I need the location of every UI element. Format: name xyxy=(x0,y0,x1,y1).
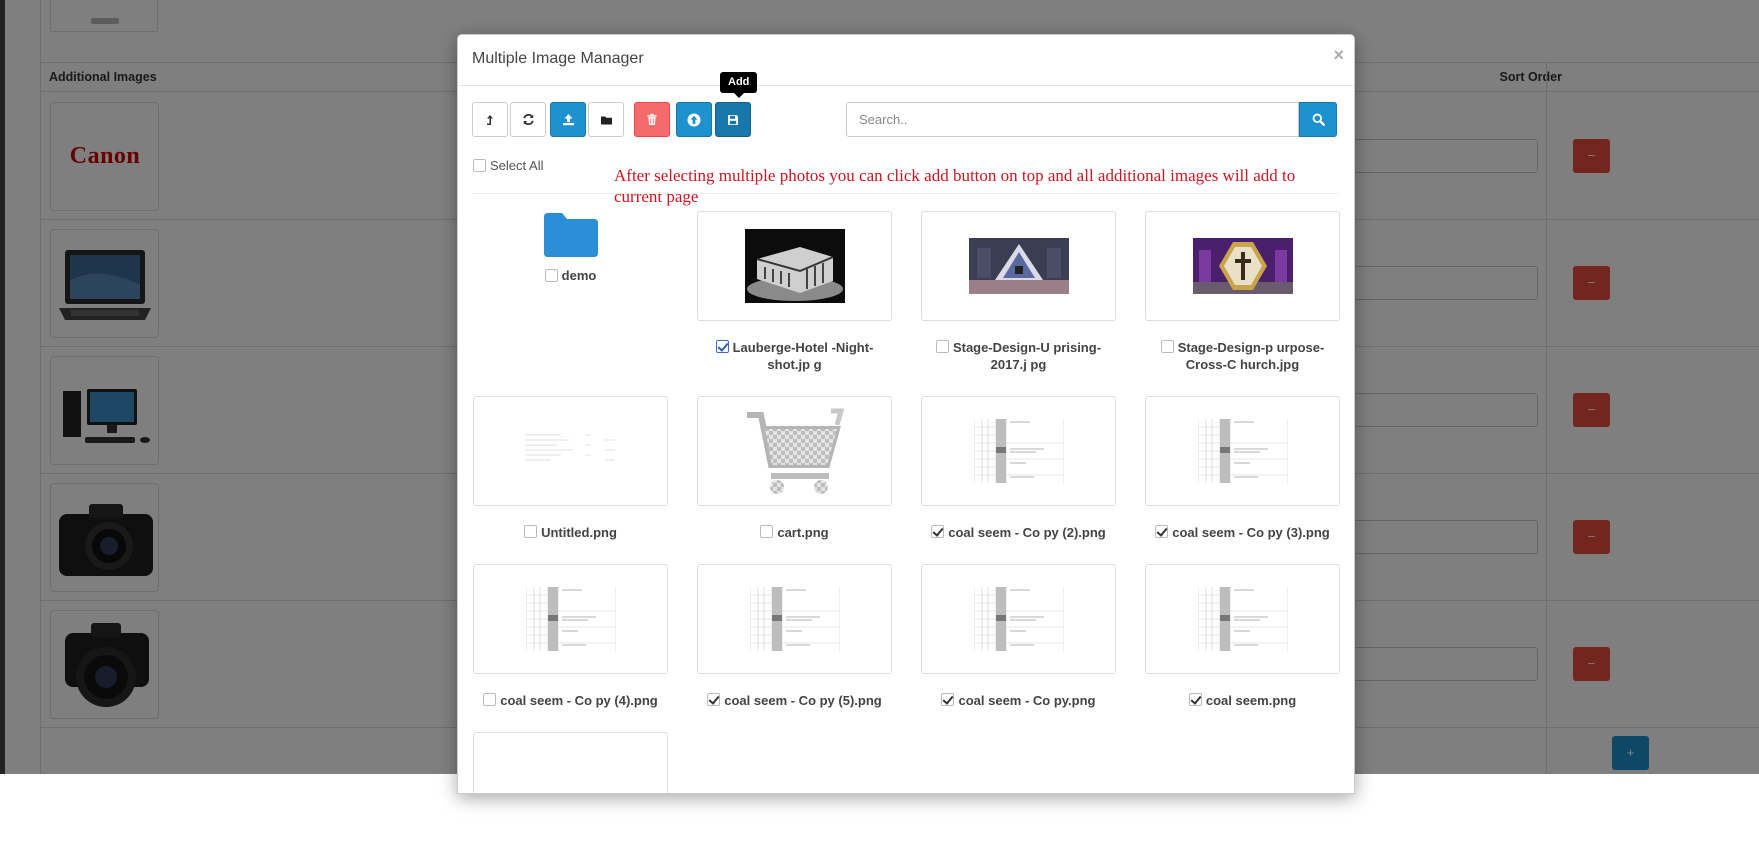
checkbox[interactable] xyxy=(715,340,729,353)
add-tooltip: Add xyxy=(720,72,758,98)
image-thumbnail[interactable] xyxy=(473,564,668,674)
image-tile[interactable]: Lauberge-Hotel -Night-shot.jp g xyxy=(697,211,892,373)
new-folder-button[interactable] xyxy=(588,102,624,137)
checkbox[interactable] xyxy=(483,693,497,706)
log-sheet-thumb xyxy=(973,419,1064,483)
image-filename: Untitled.png xyxy=(541,525,617,540)
image-thumbnail[interactable] xyxy=(921,564,1116,674)
shopping-cart xyxy=(746,408,844,494)
log-sheet-thumb xyxy=(1197,587,1288,651)
checkbox[interactable] xyxy=(941,693,955,706)
move-up-button[interactable] xyxy=(676,102,712,137)
upload-button[interactable] xyxy=(550,102,586,137)
image-manager-modal: Multiple Image Manager × Add Search.. Se… xyxy=(457,34,1355,794)
folder-icon xyxy=(600,116,612,124)
image-filename: cart.png xyxy=(777,525,829,540)
image-filename: Lauberge-Hotel -Night-shot.jp g xyxy=(732,340,874,372)
folder-icon xyxy=(543,213,598,257)
image-filename: coal seem - Co py (5).png xyxy=(724,693,882,708)
image-thumbnail[interactable] xyxy=(1145,564,1340,674)
blank-document xyxy=(524,434,615,461)
modal-header: Multiple Image Manager × xyxy=(458,35,1354,86)
search-input[interactable] xyxy=(846,102,1299,137)
log-sheet-thumb xyxy=(525,587,616,651)
search-button[interactable] xyxy=(1299,102,1337,137)
image-tile[interactable]: Stage-Design-p urpose-Cross-C hurch.jpg xyxy=(1145,211,1340,373)
stage-triangle-photo xyxy=(968,238,1069,294)
add-button[interactable] xyxy=(715,102,751,137)
image-tile[interactable]: coal seem - Co py.png xyxy=(921,564,1116,709)
close-icon[interactable]: × xyxy=(1333,45,1344,66)
checkbox[interactable] xyxy=(1155,525,1169,538)
image-tile[interactable]: coal seem - Co py (2).png xyxy=(921,396,1116,541)
image-thumbnail[interactable] xyxy=(1145,396,1340,506)
folder-tile-demo[interactable]: demo xyxy=(473,211,668,283)
log-sheet-thumb xyxy=(749,587,840,651)
checkbox[interactable] xyxy=(935,340,949,353)
image-tile[interactable]: coal seem - Co py (5).png xyxy=(697,564,892,709)
image-tile[interactable]: Stage-Design-U prising-2017.j pg xyxy=(921,211,1116,373)
night-building-photo xyxy=(744,229,845,303)
modal-title: Multiple Image Manager xyxy=(472,50,644,67)
image-tile[interactable]: coal seem - Co py (4).png xyxy=(473,564,668,709)
instruction-annotation: After selecting multiple photos you can … xyxy=(614,166,1296,206)
checkbox[interactable] xyxy=(931,525,945,538)
checkbox[interactable] xyxy=(1160,340,1174,353)
checkbox[interactable] xyxy=(524,525,538,538)
refresh-icon xyxy=(522,113,534,126)
image-thumbnail[interactable] xyxy=(921,396,1116,506)
image-thumbnail[interactable] xyxy=(1145,211,1340,321)
image-filename: coal seem - Co py (4).png xyxy=(500,693,658,708)
select-all-label: Select All xyxy=(490,158,544,173)
image-tile[interactable]: cart.png xyxy=(697,396,892,541)
divider xyxy=(473,193,1339,194)
image-filename: Stage-Design-U prising-2017.j pg xyxy=(952,340,1102,372)
checkbox[interactable] xyxy=(760,525,774,538)
image-thumbnail[interactable] xyxy=(697,564,892,674)
checkbox[interactable] xyxy=(707,693,721,706)
folder-label: demo xyxy=(561,268,597,283)
checkbox[interactable] xyxy=(544,269,558,282)
arrow-up-icon xyxy=(687,113,701,126)
level-up-icon xyxy=(487,114,493,125)
log-sheet-thumb xyxy=(1197,419,1288,483)
refresh-button[interactable] xyxy=(510,102,546,137)
upload-icon xyxy=(562,114,574,126)
parent-folder-button[interactable] xyxy=(472,102,508,137)
image-filename: coal seem.png xyxy=(1205,693,1297,708)
image-tile[interactable]: coal seem.png xyxy=(1145,564,1340,709)
checkbox[interactable] xyxy=(473,159,486,172)
image-filename: coal seem - Co py (2).png xyxy=(948,525,1106,540)
image-thumbnail[interactable] xyxy=(697,211,892,321)
image-thumbnail[interactable] xyxy=(697,396,892,506)
image-tile[interactable] xyxy=(473,732,668,793)
image-thumbnail[interactable] xyxy=(921,211,1116,321)
select-all-checkbox[interactable]: Select All xyxy=(473,158,543,173)
trash-icon xyxy=(647,113,657,125)
image-filename: coal seem - Co py.png xyxy=(958,693,1096,708)
search-icon xyxy=(1312,113,1325,126)
stage-cross-photo xyxy=(1192,238,1293,294)
image-thumbnail[interactable] xyxy=(473,732,668,793)
delete-button[interactable] xyxy=(634,102,670,137)
image-thumbnail[interactable] xyxy=(473,396,668,506)
checkbox[interactable] xyxy=(1188,693,1202,706)
save-icon xyxy=(728,114,738,125)
image-tile[interactable]: Untitled.png xyxy=(473,396,668,541)
image-filename: Stage-Design-p urpose-Cross-C hurch.jpg xyxy=(1177,340,1325,372)
image-tile[interactable]: coal seem - Co py (3).png xyxy=(1145,396,1340,541)
image-filename: coal seem - Co py (3).png xyxy=(1172,525,1330,540)
log-sheet-thumb xyxy=(973,587,1064,651)
